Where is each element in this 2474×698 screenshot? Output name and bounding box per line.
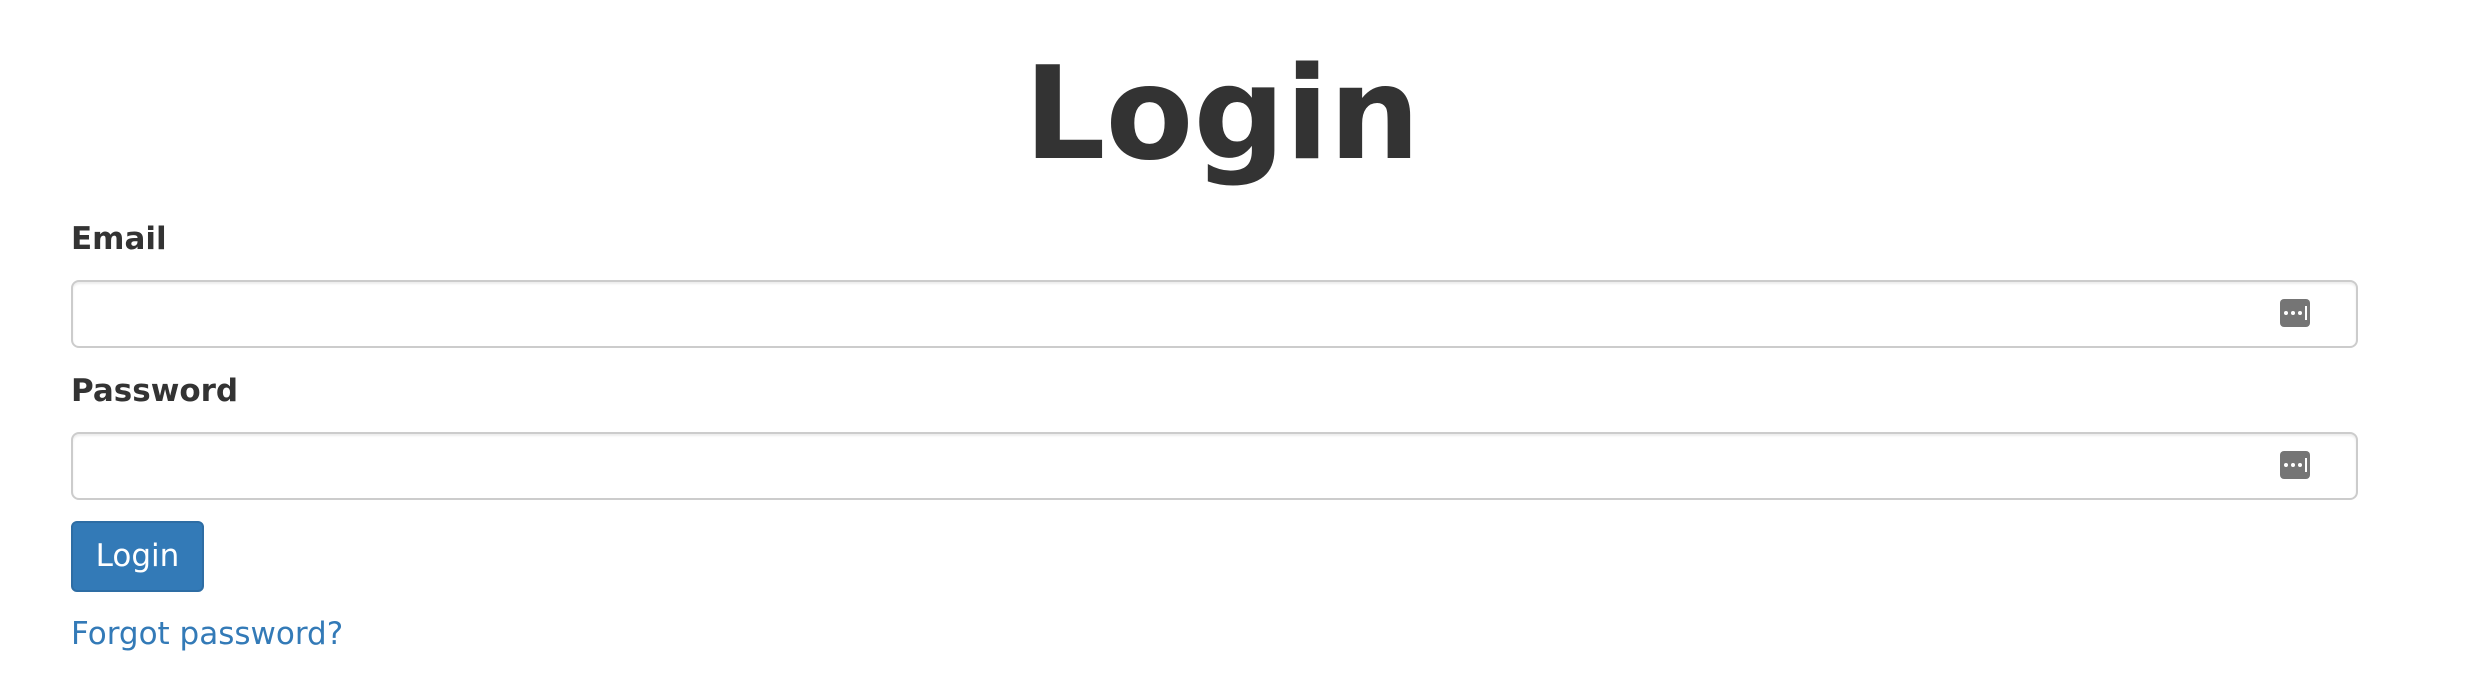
password-field-wrapper[interactable] xyxy=(71,432,2358,500)
icon-dot xyxy=(2297,463,2302,467)
email-label: Email xyxy=(71,221,167,257)
icon-cursor xyxy=(2304,306,2307,320)
page-title: Login xyxy=(1023,40,1421,189)
icon-dot xyxy=(2290,311,2295,315)
login-button[interactable]: Login xyxy=(71,521,204,592)
icon-dot xyxy=(2297,311,2302,315)
icon-dot xyxy=(2290,463,2295,467)
password-manager-icon[interactable] xyxy=(2280,299,2310,327)
icon-dot xyxy=(2283,463,2288,467)
icon-cursor xyxy=(2304,458,2307,472)
forgot-password-link[interactable]: Forgot password? xyxy=(71,614,343,654)
password-label: Password xyxy=(71,373,239,409)
login-page: Login Email Password Login Forgot passwo… xyxy=(0,0,2474,698)
password-manager-icon[interactable] xyxy=(2280,451,2310,479)
icon-dot xyxy=(2283,311,2288,315)
email-field[interactable] xyxy=(93,282,2273,346)
password-field[interactable] xyxy=(93,434,2273,498)
email-field-wrapper[interactable] xyxy=(71,280,2358,348)
